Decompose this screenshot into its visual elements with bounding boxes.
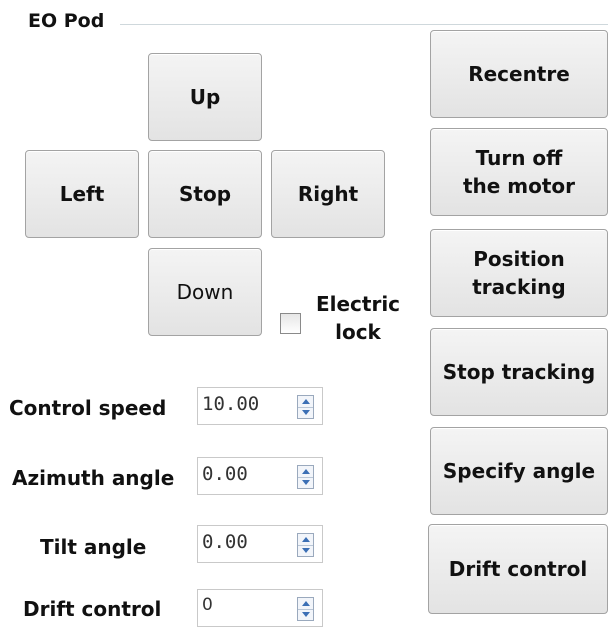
turn-off-motor-button[interactable]: Turn off the motor <box>430 128 608 216</box>
group-title: EO Pod <box>28 10 105 32</box>
electric-lock-label[interactable]: Electric lock <box>308 290 408 347</box>
control-speed-label: Control speed <box>9 396 167 420</box>
decrement-arrow-icon[interactable] <box>298 609 313 620</box>
spin-buttons[interactable] <box>297 465 314 489</box>
up-button[interactable]: Up <box>148 53 262 141</box>
stop-tracking-button[interactable]: Stop tracking <box>430 328 608 416</box>
decrement-arrow-icon[interactable] <box>298 477 313 488</box>
left-button[interactable]: Left <box>25 150 139 238</box>
decrement-arrow-icon[interactable] <box>298 545 313 556</box>
drift-control-value[interactable]: 0 <box>202 595 213 615</box>
azimuth-angle-value[interactable]: 0.00 <box>202 463 248 485</box>
azimuth-angle-label: Azimuth angle <box>12 466 175 490</box>
specify-angle-button[interactable]: Specify angle <box>430 427 608 515</box>
spin-buttons[interactable] <box>297 597 314 621</box>
control-speed-value[interactable]: 10.00 <box>202 393 259 415</box>
drift-control-label: Drift control <box>23 597 162 621</box>
recentre-button[interactable]: Recentre <box>430 30 608 118</box>
position-tracking-button[interactable]: Position tracking <box>430 229 608 317</box>
spin-buttons[interactable] <box>297 533 314 557</box>
stop-button[interactable]: Stop <box>148 150 262 238</box>
tilt-angle-spinbox[interactable]: 0.00 <box>197 525 323 563</box>
azimuth-angle-spinbox[interactable]: 0.00 <box>197 457 323 495</box>
right-button[interactable]: Right <box>271 150 385 238</box>
drift-control-button[interactable]: Drift control <box>428 524 608 614</box>
electric-lock-checkbox[interactable] <box>280 313 301 334</box>
tilt-angle-label: Tilt angle <box>40 535 147 559</box>
down-button[interactable]: Down <box>148 248 262 336</box>
control-speed-spinbox[interactable]: 10.00 <box>197 387 323 425</box>
group-border <box>120 24 608 25</box>
decrement-arrow-icon[interactable] <box>298 407 313 418</box>
spin-buttons[interactable] <box>297 395 314 419</box>
tilt-angle-value[interactable]: 0.00 <box>202 531 248 553</box>
drift-control-spinbox[interactable]: 0 <box>197 589 323 627</box>
